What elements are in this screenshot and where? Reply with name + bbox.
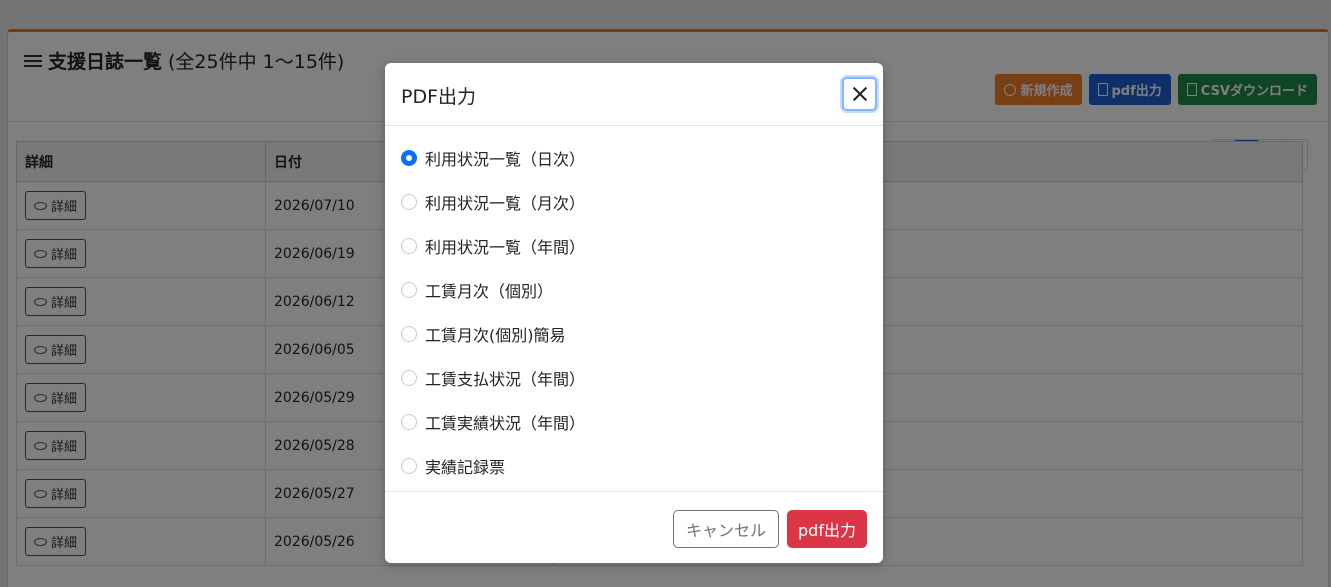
report-option-label: 工賃月次(個別)簡易 — [425, 326, 566, 345]
report-option[interactable]: 工賃実績状況（年間） — [401, 400, 867, 444]
pdf-output-modal: PDF出力 利用状況一覧（日次） 利用状況一覧（月次） 利用状況一覧（年間） 工賃月次… — [385, 63, 883, 563]
report-option[interactable]: 工賃支払状況（年間） — [401, 356, 867, 400]
report-option-label: 利用状況一覧（月次） — [425, 194, 586, 213]
report-option-label: 工賃実績状況（年間） — [425, 414, 586, 433]
modal-title: PDF出力 — [401, 86, 477, 108]
radio-button[interactable] — [401, 238, 417, 254]
report-option-label: 工賃支払状況（年間） — [425, 370, 586, 389]
radio-button[interactable] — [401, 458, 417, 474]
report-option[interactable]: 利用状況一覧（年間） — [401, 224, 867, 268]
close-button[interactable] — [842, 77, 877, 111]
report-option-label: 実績記録票 — [425, 458, 506, 477]
report-option[interactable]: 利用状況一覧（日次） — [401, 136, 867, 180]
radio-button[interactable] — [401, 282, 417, 298]
radio-button[interactable] — [401, 414, 417, 430]
report-option-label: 利用状況一覧（日次） — [425, 150, 586, 169]
modal-footer: キャンセル pdf出力 — [385, 493, 883, 563]
report-options: 利用状況一覧（日次） 利用状況一覧（月次） 利用状況一覧（年間） 工賃月次（個別） 工賃… — [385, 126, 883, 492]
radio-button[interactable] — [401, 194, 417, 210]
modal-header: PDF出力 — [385, 63, 883, 126]
pdf-output-button[interactable]: pdf出力 — [787, 510, 867, 548]
radio-button[interactable] — [401, 326, 417, 342]
cancel-button[interactable]: キャンセル — [673, 510, 779, 548]
radio-button[interactable] — [401, 150, 417, 166]
report-option-label: 工賃月次（個別） — [425, 282, 554, 301]
report-option[interactable]: 工賃月次(個別)簡易 — [401, 312, 867, 356]
radio-button[interactable] — [401, 370, 417, 386]
report-option[interactable]: 利用状況一覧（月次） — [401, 180, 867, 224]
report-option-label: 利用状況一覧（年間） — [425, 238, 586, 257]
report-option[interactable]: 工賃月次（個別） — [401, 268, 867, 312]
report-option[interactable]: 実績記録票 — [401, 444, 867, 488]
